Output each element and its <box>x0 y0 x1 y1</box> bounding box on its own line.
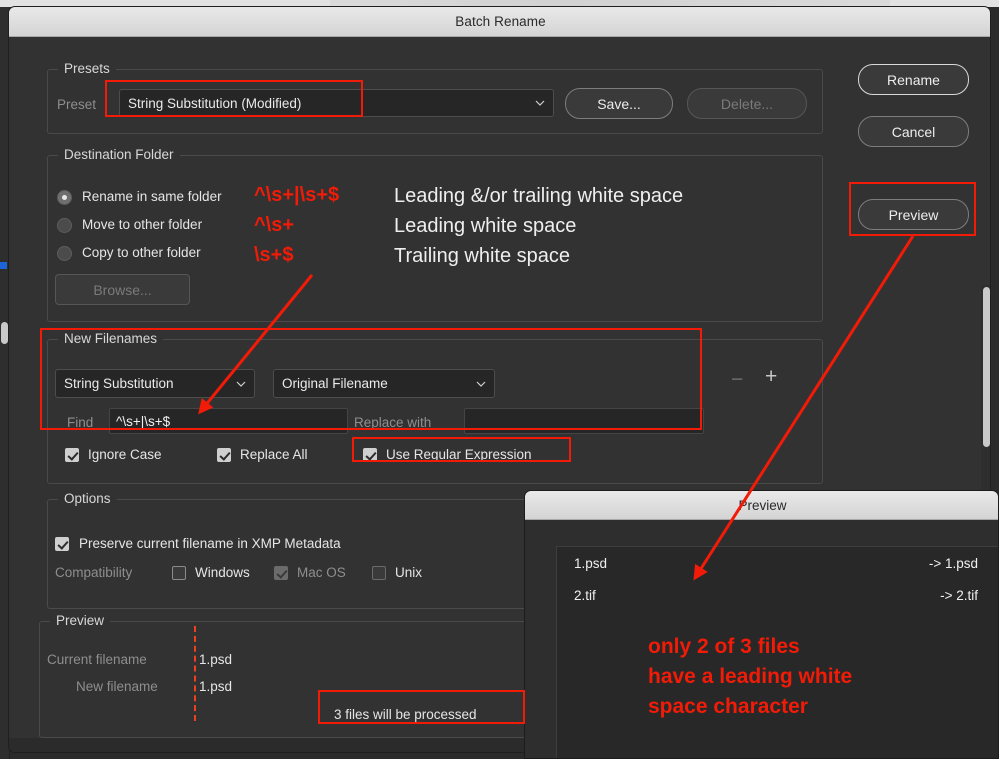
checkbox-preserve-filename-xmp[interactable] <box>55 537 69 551</box>
chevron-down-icon <box>236 379 246 388</box>
regex-note-description-1: Leading white space <box>394 215 577 237</box>
checkbox-ignore-case[interactable] <box>65 448 79 462</box>
preview-source-filename: 1.psd <box>574 555 608 571</box>
background-selection-marker <box>0 262 7 269</box>
preview-group-title: Preview <box>50 613 111 628</box>
regex-note-pattern-1: ^\s+ <box>254 214 295 236</box>
destination-folder-group-title: Destination Folder <box>58 147 180 162</box>
add-rule-button[interactable]: + <box>765 366 777 387</box>
preset-select-value: String Substitution (Modified) <box>128 95 302 111</box>
presets-group-title: Presets <box>58 61 116 76</box>
preview-annotation-text: only 2 of 3 files have a leading white s… <box>648 635 853 718</box>
dialog-title: Batch Rename <box>455 14 546 29</box>
dialog-titlebar[interactable]: Batch Rename <box>9 7 990 37</box>
delete-preset-button: Delete... <box>687 88 807 119</box>
checkbox-label-compat-windows: Windows <box>195 565 250 580</box>
checkbox-label-compat-unix: Unix <box>395 565 423 580</box>
current-filename-label: Current filename <box>47 652 147 667</box>
new-filename-value: 1.psd <box>199 679 233 694</box>
dialog-scrollbar-thumb[interactable] <box>983 287 990 447</box>
options-group-title: Options <box>58 491 117 506</box>
radio-rename-in-same-folder[interactable] <box>57 190 72 205</box>
remove-rule-button[interactable]: − <box>731 369 743 390</box>
new-filename-label: New filename <box>76 679 158 694</box>
checkbox-compat-macos <box>274 566 288 580</box>
cancel-button[interactable]: Cancel <box>858 116 969 147</box>
regex-note-description-0: Leading &/or trailing white space <box>394 185 684 207</box>
regex-note-pattern-2: \s+$ <box>254 244 294 266</box>
new-filenames-group-title: New Filenames <box>58 331 164 346</box>
preview-target-filename: -> 1.psd <box>928 555 978 571</box>
preview-list-item[interactable]: 1.psd -> 1.psd <box>557 547 998 579</box>
preview-target-filename: -> 2.tif <box>940 587 978 603</box>
replace-with-input[interactable] <box>464 408 704 434</box>
checkbox-label-ignore-case: Ignore Case <box>88 447 162 462</box>
radio-label-rename-in-same-folder: Rename in same folder <box>82 189 222 204</box>
preview-list-item[interactable]: 2.tif -> 2.tif <box>557 579 998 611</box>
preview-button[interactable]: Preview <box>858 199 969 230</box>
rule-type-value: String Substitution <box>64 376 174 391</box>
preview-window-titlebar[interactable]: Preview <box>525 491 998 520</box>
find-input[interactable]: ^\s+|\s+$ <box>109 408 348 434</box>
checkbox-label-preserve-filename-xmp: Preserve current filename in XMP Metadat… <box>79 536 341 551</box>
regex-note-pattern-0: ^\s+|\s+$ <box>254 184 340 206</box>
checkbox-use-regular-expression[interactable] <box>363 448 377 462</box>
find-label: Find <box>67 415 94 430</box>
checkbox-label-replace-all: Replace All <box>240 447 308 462</box>
chevron-down-icon <box>535 98 545 107</box>
radio-move-to-other-folder[interactable] <box>57 218 72 233</box>
radio-copy-to-other-folder[interactable] <box>57 246 72 261</box>
compatibility-label: Compatibility <box>55 565 133 580</box>
preview-window-title: Preview <box>738 497 787 513</box>
save-preset-button[interactable]: Save... <box>565 88 673 119</box>
find-input-value: ^\s+|\s+$ <box>116 413 171 429</box>
replace-with-label: Replace with <box>354 415 432 430</box>
alignment-guide <box>194 626 196 721</box>
checkbox-compat-windows[interactable] <box>172 566 186 580</box>
background-left-scrollbar[interactable] <box>1 322 8 344</box>
preview-source-filename: 2.tif <box>574 587 596 603</box>
checkbox-label-compat-macos: Mac OS <box>297 565 346 580</box>
preset-label: Preset <box>57 97 97 112</box>
rule-source-select[interactable]: Original Filename <box>273 369 495 398</box>
rule-source-value: Original Filename <box>282 376 388 391</box>
browse-button: Browse... <box>55 274 190 305</box>
rename-button[interactable]: Rename <box>858 64 969 95</box>
checkbox-compat-unix[interactable] <box>372 566 386 580</box>
screen: Batch Rename Presets Preset String Subst… <box>0 0 999 759</box>
regex-note-description-2: Trailing white space <box>394 245 571 267</box>
radio-label-move-to-other-folder: Move to other folder <box>82 217 203 232</box>
files-to-process-status: 3 files will be processed <box>334 707 477 722</box>
preset-select[interactable]: String Substitution (Modified) <box>119 89 554 117</box>
checkbox-replace-all[interactable] <box>217 448 231 462</box>
radio-label-copy-to-other-folder: Copy to other folder <box>82 245 201 260</box>
rule-type-select[interactable]: String Substitution <box>55 369 255 398</box>
checkbox-label-use-regular-expression: Use Regular Expression <box>386 447 532 462</box>
chevron-down-icon <box>476 379 486 388</box>
current-filename-value: 1.psd <box>199 652 233 667</box>
